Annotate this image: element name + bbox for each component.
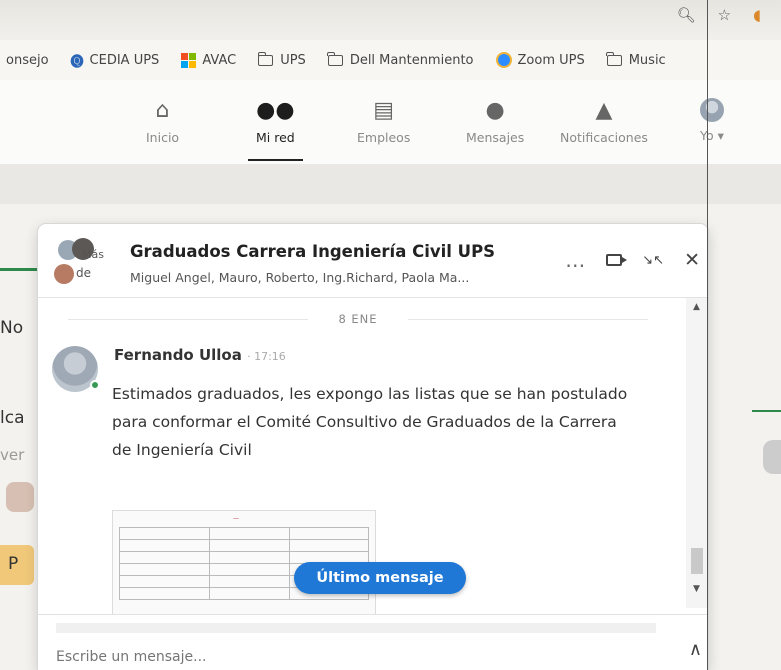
message-text: Estimados graduados, les expongo las lis… bbox=[112, 385, 628, 459]
chat-header[interactable]: Más de Graduados Carrera Ingeniería Civi… bbox=[38, 224, 708, 298]
background-text: No bbox=[0, 318, 24, 338]
home-icon: ⌂ bbox=[155, 98, 170, 123]
nav-network[interactable]: ●● Mi red bbox=[248, 98, 303, 161]
compose-toolbar bbox=[56, 623, 656, 633]
message-time: 17:16 bbox=[254, 350, 286, 363]
background-text: lca bbox=[0, 408, 25, 428]
avatar bbox=[763, 440, 781, 474]
scrollbar-thumb[interactable] bbox=[691, 548, 703, 574]
cedia-icon: 🅠︎ bbox=[70, 54, 84, 70]
folder-icon bbox=[327, 51, 343, 66]
date-separator: 8 ENE bbox=[38, 312, 678, 326]
bookmark-cedia[interactable]: 🅠︎ CEDIA UPS bbox=[71, 51, 160, 70]
message-input[interactable] bbox=[56, 645, 616, 669]
scroll-down-icon[interactable]: ▼ bbox=[693, 584, 700, 594]
linkedin-nav: ⌂ Inicio ●● Mi red ▤ Empleos ● Mensajes … bbox=[0, 80, 781, 164]
nav-jobs[interactable]: ▤ Empleos bbox=[357, 98, 410, 145]
browser-toolbar: 🔍︎ ☆ ◖ bbox=[0, 0, 781, 40]
bookmark-avac[interactable]: AVAC bbox=[181, 52, 236, 68]
group-avatar: Más de bbox=[52, 238, 106, 292]
nav-home[interactable]: ⌂ Inicio bbox=[146, 98, 179, 145]
message-sender[interactable]: Fernando Ulloa · 17:16 bbox=[114, 346, 286, 364]
scrollbar[interactable]: ▲ ▼ bbox=[686, 298, 708, 608]
background-button[interactable]: P bbox=[0, 545, 34, 585]
video-call-icon[interactable] bbox=[606, 254, 628, 266]
bell-icon: ▲ bbox=[595, 98, 613, 123]
divider bbox=[0, 268, 38, 271]
scroll-up-icon[interactable]: ▲ bbox=[693, 302, 700, 312]
chevron-down-icon: ▾ bbox=[717, 128, 724, 143]
chat-participants: Miguel Angel, Mauro, Roberto, Ing.Richar… bbox=[130, 270, 470, 285]
chat-title[interactable]: Graduados Carrera Ingeniería Civil UPS bbox=[130, 242, 495, 261]
document-preview-icon: — bbox=[233, 515, 239, 522]
avatar bbox=[700, 98, 724, 122]
bookmark-music[interactable]: Music bbox=[606, 51, 666, 68]
compose-area: ∧ bbox=[38, 614, 708, 670]
last-message-button[interactable]: Último mensaje bbox=[294, 562, 466, 594]
online-status-icon bbox=[90, 380, 100, 390]
bookmark-zoom[interactable]: Zoom UPS bbox=[495, 52, 585, 68]
message-icon: ● bbox=[485, 98, 505, 123]
chat-window: Más de Graduados Carrera Ingeniería Civi… bbox=[38, 224, 708, 670]
zoom-icon[interactable]: 🔍︎ bbox=[677, 6, 696, 24]
star-icon[interactable]: ☆ bbox=[718, 6, 731, 24]
folder-icon bbox=[257, 51, 274, 66]
nav-me[interactable]: Yo ▾ bbox=[700, 98, 724, 143]
nav-messages[interactable]: ● Mensajes bbox=[466, 98, 524, 145]
close-icon[interactable]: ✕ bbox=[684, 249, 700, 271]
bookmark-consejo[interactable]: onsejo bbox=[6, 53, 49, 68]
extension-icon[interactable]: ◖ bbox=[753, 6, 761, 24]
briefcase-icon: ▤ bbox=[373, 98, 395, 123]
people-icon: ●● bbox=[256, 98, 295, 123]
more-options-icon[interactable]: … bbox=[565, 248, 586, 272]
bookmark-dell[interactable]: Dell Mantenmiento bbox=[327, 51, 474, 68]
bookmarks-bar: onsejo 🅠︎ CEDIA UPS AVAC UPS Dell Mantenm… bbox=[0, 40, 781, 80]
background-text: ver bbox=[0, 446, 25, 464]
nav-notifications[interactable]: ▲ Notificaciones bbox=[560, 98, 648, 145]
avatar[interactable] bbox=[52, 346, 100, 392]
divider bbox=[752, 410, 781, 412]
minimize-icon[interactable]: ↘↖ bbox=[642, 253, 664, 268]
page-banner bbox=[0, 164, 781, 204]
folder-icon bbox=[606, 51, 622, 66]
zoom-app-icon bbox=[495, 52, 512, 68]
chevron-up-icon[interactable]: ∧ bbox=[689, 639, 702, 660]
windows-icon bbox=[181, 52, 197, 68]
window-edge bbox=[707, 0, 708, 670]
bookmark-ups[interactable]: UPS bbox=[257, 51, 306, 68]
avatar bbox=[6, 482, 34, 512]
